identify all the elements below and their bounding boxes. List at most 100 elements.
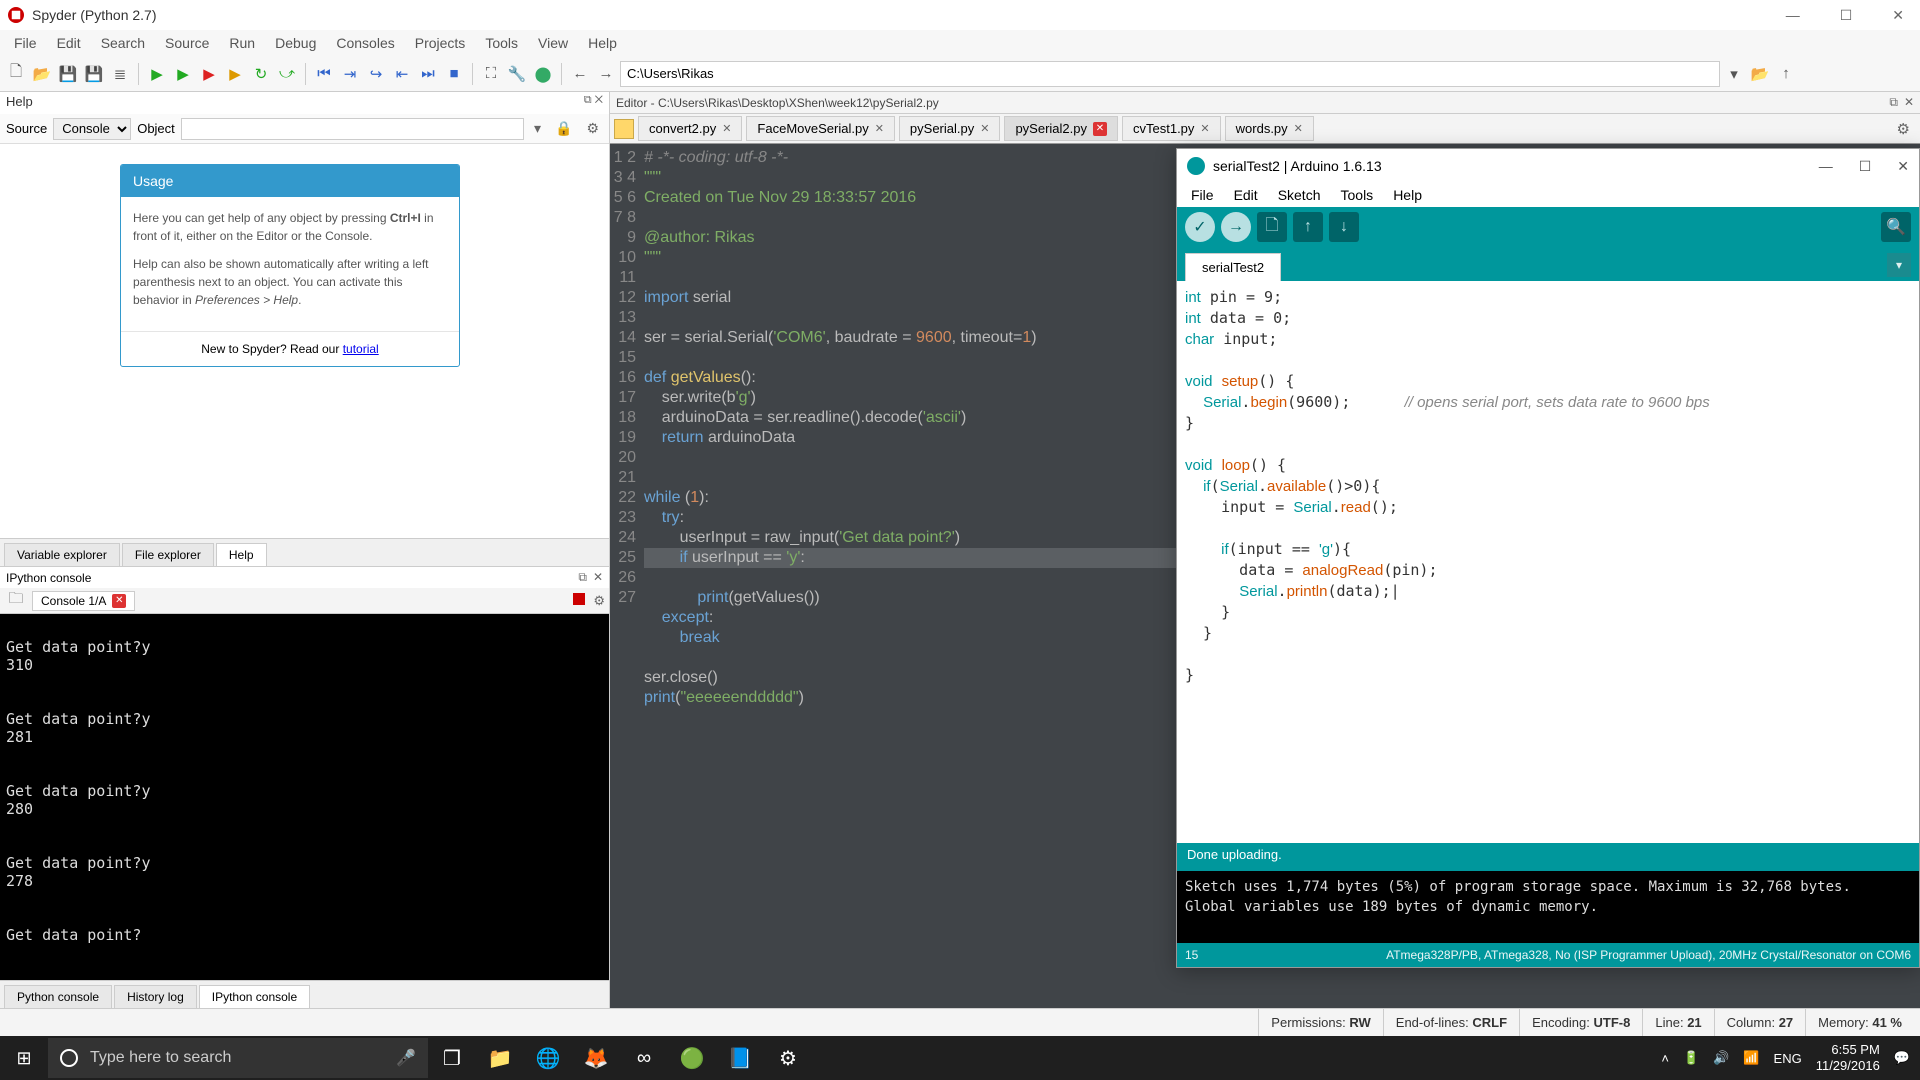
arduino-icon[interactable]: ∞ [620,1036,668,1080]
close-button[interactable]: ✕ [1884,3,1912,28]
menu-consoles[interactable]: Consoles [326,31,404,55]
gear-icon[interactable]: ⚙ [582,120,603,137]
tray-notifications-icon[interactable]: 💬 [1894,1050,1910,1066]
ipy-close-icon[interactable]: ✕ [593,570,603,585]
ard-menu-edit[interactable]: Edit [1226,185,1266,205]
kernel-stop-icon[interactable] [573,593,585,605]
file-tab[interactable]: pySerial.py✕ [899,116,1001,141]
start-button[interactable]: ⊞ [0,1036,48,1080]
tray-network-icon[interactable]: 📶 [1743,1050,1759,1066]
open-sketch-button[interactable]: ↑ [1293,212,1323,242]
source-select[interactable]: Console [53,118,131,140]
chrome-icon[interactable]: 🌐 [524,1036,572,1080]
console-tab[interactable]: Console 1/A ✕ [32,591,135,611]
tab-close-icon[interactable]: ✕ [722,122,731,135]
menu-edit[interactable]: Edit [47,31,91,55]
nav-fwd-icon[interactable]: → [594,62,618,86]
tab-python-console[interactable]: Python console [4,985,112,1008]
ard-maximize-button[interactable]: ☐ [1859,158,1872,175]
browse-folder-icon[interactable]: 📂 [1748,62,1772,86]
tab-history-log[interactable]: History log [114,985,197,1008]
verify-button[interactable]: ✓ [1185,212,1215,242]
run-selection-icon[interactable]: ▶ [197,62,221,86]
ard-close-button[interactable]: ✕ [1897,158,1909,175]
tab-menu-icon[interactable]: ▾ [1887,253,1911,277]
ard-minimize-button[interactable]: — [1819,158,1833,175]
tray-chevron-icon[interactable]: ˄ [1661,1051,1669,1066]
editor-close-icon[interactable]: ✕ [1904,95,1914,110]
folder-icon[interactable] [614,119,634,139]
menu-run[interactable]: Run [219,31,265,55]
menu-file[interactable]: File [4,31,47,55]
tab-ipython-console[interactable]: IPython console [199,985,310,1008]
run-config-icon[interactable]: ▶ [223,62,247,86]
file-tab-active[interactable]: pySerial2.py✕ [1004,116,1118,141]
obj-dropdown-icon[interactable]: ▾ [530,120,545,137]
menu-search[interactable]: Search [91,31,155,55]
run-again-icon[interactable]: ⤻ [275,62,299,86]
tab-help[interactable]: Help [216,543,267,566]
menu-help[interactable]: Help [578,31,627,55]
arduino-editor[interactable]: int pin = 9; int data = 0; char input; v… [1177,281,1919,843]
wrench-icon[interactable]: 🔧 [505,62,529,86]
ard-menu-sketch[interactable]: Sketch [1270,185,1329,205]
parent-dir-icon[interactable]: ↑ [1774,62,1798,86]
task-view-icon[interactable]: ❐ [428,1036,476,1080]
sketch-tab[interactable]: serialTest2 [1185,253,1281,281]
ipy-undock-icon[interactable]: ⧉ [578,570,587,585]
nav-back-icon[interactable]: ← [568,62,592,86]
python-icon[interactable]: ⬤ [531,62,555,86]
menu-projects[interactable]: Projects [405,31,476,55]
kernel-gear-icon[interactable]: ⚙ [593,593,605,609]
console-folder-icon[interactable]: 🗀 [4,589,28,613]
working-dir-input[interactable] [620,61,1720,87]
ard-menu-tools[interactable]: Tools [1333,185,1382,205]
path-dropdown-icon[interactable]: ▾ [1722,62,1746,86]
debug-step-icon[interactable]: ⏮ [312,62,336,86]
serial-monitor-button[interactable]: 🔍 [1881,212,1911,242]
tab-variable-explorer[interactable]: Variable explorer [4,543,120,566]
ipython-console[interactable]: Get data point?y 310 Get data point?y 28… [0,614,609,980]
minimize-button[interactable]: — [1778,3,1808,28]
new-sketch-button[interactable]: 🗋 [1257,212,1287,242]
save-icon[interactable]: 💾 [56,62,80,86]
run-cell-icon[interactable]: ▶ [171,62,195,86]
tab-file-explorer[interactable]: File explorer [122,543,214,566]
menu-source[interactable]: Source [155,31,219,55]
tray-clock[interactable]: 6:55 PM11/29/2016 [1816,1042,1880,1073]
mic-icon[interactable]: 🎤 [396,1048,416,1068]
cortana-search[interactable]: Type here to search 🎤 [48,1038,428,1078]
debug-into-icon[interactable]: ⇥ [338,62,362,86]
pane-undock-icon[interactable]: ⧉ [584,94,592,106]
tab-close-icon[interactable]: ✕ [875,122,884,135]
tab-close-icon[interactable]: ✕ [1200,122,1209,135]
maximize-button[interactable]: ☐ [1832,3,1861,28]
file-tab[interactable]: cvTest1.py✕ [1122,116,1221,141]
pane-close-icon[interactable]: ✕ [595,94,603,106]
save-all-icon[interactable]: 💾 [82,62,106,86]
debug-out-icon[interactable]: ⇤ [390,62,414,86]
object-input[interactable] [181,118,524,140]
tutorial-link[interactable]: tutorial [343,342,379,356]
editor-gear-icon[interactable]: ⚙ [1891,120,1916,138]
menu-view[interactable]: View [528,31,578,55]
editor-undock-icon[interactable]: ⧉ [1889,95,1898,110]
run-icon[interactable]: ▶ [145,62,169,86]
save-sketch-button[interactable]: ↓ [1329,212,1359,242]
debug-over-icon[interactable]: ↪ [364,62,388,86]
file-tab[interactable]: convert2.py✕ [638,116,742,141]
list-icon[interactable]: ≣ [108,62,132,86]
word-icon[interactable]: 📘 [716,1036,764,1080]
debug-stop-icon[interactable]: ■ [442,62,466,86]
file-tab[interactable]: FaceMoveSerial.py✕ [746,116,895,141]
debug-next-icon[interactable]: ⏭ [416,62,440,86]
reload-icon[interactable]: ↻ [249,62,273,86]
file-tab[interactable]: words.py✕ [1225,116,1314,141]
maximize-pane-icon[interactable]: ⛶ [479,62,503,86]
open-file-icon[interactable]: 📂 [30,62,54,86]
lock-icon[interactable]: 🔒 [551,120,576,137]
console-close-icon[interactable]: ✕ [112,594,126,608]
spyder-icon[interactable]: ⚙ [764,1036,812,1080]
tray-volume-icon[interactable]: 🔊 [1713,1050,1729,1066]
tab-close-icon[interactable]: ✕ [1093,122,1107,136]
